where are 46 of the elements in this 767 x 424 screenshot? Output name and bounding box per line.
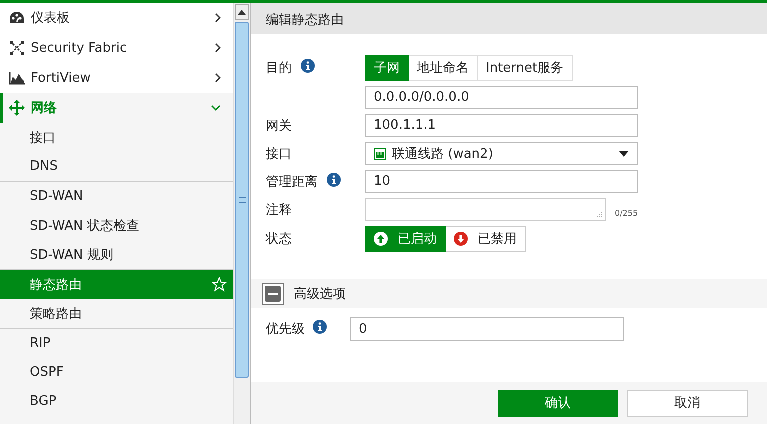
input-field[interactable]: 0 <box>350 317 624 341</box>
input-field[interactable]: 100.1.1.1 <box>365 114 638 137</box>
tab[interactable]: 子网 <box>365 55 409 81</box>
sidebar-item[interactable]: FortiView <box>0 63 233 93</box>
network-port-icon <box>374 148 386 160</box>
tab[interactable]: 地址命名 <box>409 55 478 81</box>
sidebar-item[interactable]: OSPF <box>0 358 233 387</box>
field-label: 状态 <box>266 231 292 248</box>
sidebar-item[interactable]: SD-WAN 状态检查 <box>0 211 233 240</box>
fabric-icon <box>9 40 25 56</box>
sidebar-item[interactable]: DNS <box>0 152 233 181</box>
field-label: 接口 <box>266 146 292 162</box>
character-counter: 0/255 <box>615 209 638 218</box>
comment-field[interactable] <box>365 198 606 221</box>
collapse-icon[interactable] <box>262 282 284 304</box>
tab[interactable]: Internet服务 <box>478 55 573 81</box>
sidebar-item[interactable]: 接口 <box>0 123 233 152</box>
sidebar-item[interactable]: RIP <box>0 329 233 358</box>
caret-icon <box>619 150 629 156</box>
field-label: 网关 <box>266 118 292 134</box>
status-toggle[interactable]: 已禁用 <box>446 226 526 252</box>
field-label: 目的 <box>266 60 292 77</box>
cancel-button[interactable]: 取消 <box>627 390 748 416</box>
confirm-button[interactable]: 确认 <box>498 390 618 416</box>
scrollbar[interactable] <box>233 3 250 424</box>
input-field[interactable]: 10 <box>365 170 638 193</box>
input-field[interactable]: 0.0.0.0/0.0.0.0 <box>365 86 638 109</box>
sidebar-item[interactable]: SD-WAN 规则 <box>0 240 233 269</box>
status-toggle[interactable]: 已启动 <box>365 226 446 252</box>
section-header[interactable]: 高级选项 <box>251 279 767 308</box>
field-label: 管理距离 <box>266 174 318 190</box>
sidebar-item[interactable]: BGP <box>0 387 233 416</box>
sidebar-item[interactable]: 静态路由 <box>0 270 233 299</box>
sidebar-item[interactable]: Security Fabric <box>0 33 233 63</box>
move-arrows-icon <box>9 100 25 116</box>
field-label: 优先级 <box>266 321 305 338</box>
sidebar-item[interactable]: 策略路由 <box>0 299 233 328</box>
scroll-up-arrow-icon[interactable] <box>238 10 246 14</box>
area-chart-icon <box>9 71 25 85</box>
gauge-icon <box>9 11 25 25</box>
panel-title: 编辑静态路由 <box>251 3 767 34</box>
sidebar-item[interactable]: 仪表板 <box>0 3 233 33</box>
field-label: 注释 <box>266 202 292 218</box>
interface-dropdown[interactable]: 联通线路 (wan2) <box>365 142 638 165</box>
star-icon[interactable] <box>212 277 227 292</box>
sidebar-item[interactable]: SD-WAN <box>0 182 233 211</box>
